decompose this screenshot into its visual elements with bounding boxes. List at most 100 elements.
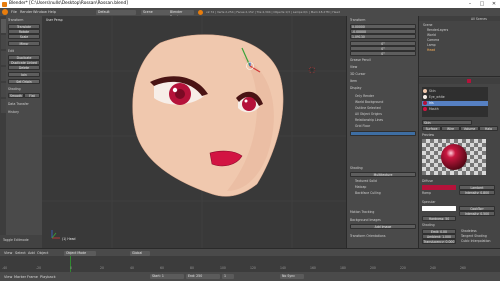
material-slot-skin[interactable]: Skin xyxy=(429,89,436,93)
diffuse-color-swatch[interactable] xyxy=(422,185,456,190)
n-section-transform[interactable]: Transform xyxy=(350,18,365,22)
shading-mode-select[interactable]: Multitexture xyxy=(350,172,416,177)
menu-help[interactable]: Help xyxy=(48,9,56,15)
minimize-icon[interactable]: – xyxy=(464,0,476,8)
tab-grease-pencil[interactable] xyxy=(0,99,6,113)
duplicate-linked-button[interactable]: Duplicate Linked xyxy=(8,60,40,65)
translucency-field[interactable]: Translucency: 0.000 xyxy=(422,239,456,244)
operator-label[interactable]: Toggle Editmode xyxy=(3,238,29,242)
set-origin-button[interactable]: Set Origin xyxy=(8,79,40,84)
mirror-button[interactable]: Mirror xyxy=(8,41,40,46)
n-section-grease-pencil[interactable]: Grease Pencil xyxy=(350,58,371,62)
n-section-item[interactable]: Item xyxy=(350,79,357,83)
layout-selector[interactable]: Default xyxy=(96,9,136,15)
location-x[interactable]: 0.00000 xyxy=(350,24,416,29)
timeline-menu-frame[interactable]: Frame xyxy=(27,274,38,280)
hardness-field[interactable]: Hardness: 50 xyxy=(422,216,456,221)
material-tab-icon[interactable] xyxy=(467,79,471,83)
rotation-x[interactable]: 0° xyxy=(350,41,416,46)
join-button[interactable]: Join xyxy=(8,72,40,77)
render-engine-selector[interactable]: Blender Render xyxy=(168,9,194,19)
section-transform-title[interactable]: Transform xyxy=(8,18,23,22)
check-only-render[interactable]: Only Render xyxy=(355,94,374,98)
end-frame-field[interactable]: End: 250 xyxy=(186,274,220,279)
emit-field[interactable]: Emit: 0.00 xyxy=(422,229,456,234)
rotation-z[interactable]: 0° xyxy=(350,51,416,56)
blender-logo-icon[interactable] xyxy=(2,9,8,15)
shadeless-check[interactable]: Shadeless xyxy=(461,229,477,233)
n-section-background-images[interactable]: Background Images xyxy=(350,218,381,222)
outliner-item-camera[interactable]: Camera xyxy=(427,38,439,42)
outliner-item-scene[interactable]: Scene xyxy=(423,23,432,27)
add-image-button[interactable]: Add Image xyxy=(350,224,416,229)
section-edit-title[interactable]: Edit xyxy=(8,49,14,53)
start-frame-field[interactable]: Start: 1 xyxy=(150,274,184,279)
tab-surface[interactable]: Surface xyxy=(422,126,441,131)
cubic-interpolation-check[interactable]: Cubic Interpolation xyxy=(461,239,490,243)
diffuse-intensity[interactable]: Intensity: 0.800 xyxy=(459,190,495,195)
translate-button[interactable]: Translate xyxy=(8,24,40,29)
tab-animation[interactable] xyxy=(0,67,6,81)
timeline[interactable]: -40 -20 0 20 40 60 80 100 120 140 160 18… xyxy=(0,256,500,272)
n-section-transform-orientations[interactable]: Transform Orientations xyxy=(350,234,385,238)
maximize-icon[interactable]: □ xyxy=(476,0,488,8)
tab-tools[interactable] xyxy=(0,19,6,33)
material-slot-mouth[interactable]: Mouth xyxy=(429,107,439,111)
diffuse-section-title[interactable]: Diffuse xyxy=(422,179,433,183)
menu-window[interactable]: Window xyxy=(33,9,47,15)
check-world-background[interactable]: World Background xyxy=(355,100,383,104)
toggle-quad-view[interactable] xyxy=(350,131,416,136)
n-section-3d-cursor[interactable]: 3D Cursor xyxy=(350,72,366,76)
section-history-title[interactable]: History xyxy=(8,110,19,114)
tab-create[interactable] xyxy=(0,35,6,49)
sync-mode-select[interactable]: No Sync xyxy=(280,274,304,279)
specular-intensity[interactable]: Intensity: 0.500 xyxy=(459,211,495,216)
3d-viewport[interactable]: User Persp (1) Head xyxy=(42,16,346,248)
specular-color-swatch[interactable] xyxy=(422,206,456,211)
transform-orientation-select[interactable]: Global xyxy=(130,250,150,256)
tab-halo[interactable]: Halo xyxy=(479,126,498,131)
n-section-motion-tracking[interactable]: Motion Tracking xyxy=(350,210,374,214)
duplicate-button[interactable]: Duplicate xyxy=(8,55,40,60)
3d-cursor-icon[interactable] xyxy=(308,66,316,74)
check-outline-selected[interactable]: Outline Selected xyxy=(355,106,381,110)
outliner-filter[interactable]: All Scenes xyxy=(471,17,487,21)
timeline-menu-marker[interactable]: Marker xyxy=(14,274,26,280)
check-relationship-lines[interactable]: Relationship Lines xyxy=(355,118,383,122)
ambient-field[interactable]: Ambient: 1.000 xyxy=(422,234,456,239)
check-textured-solid[interactable]: Textured Solid xyxy=(355,179,377,183)
tab-wire[interactable]: Wire xyxy=(441,126,460,131)
shading-section-title[interactable]: Shading xyxy=(422,223,435,227)
section-shading-title[interactable]: Shading xyxy=(8,87,21,91)
check-backface-culling[interactable]: Backface Culling xyxy=(355,191,381,195)
n-section-view[interactable]: View xyxy=(350,65,357,69)
specular-section-title[interactable]: Specular xyxy=(422,200,436,204)
n-section-display[interactable]: Display xyxy=(350,86,361,90)
diffuse-shader-select[interactable]: Lambert xyxy=(459,185,495,190)
scale-button[interactable]: Scale xyxy=(8,34,40,39)
n-section-shading[interactable]: Shading xyxy=(350,166,363,170)
location-y[interactable]: -0.00000 xyxy=(350,29,416,34)
location-z[interactable]: 1.09130 xyxy=(350,34,416,39)
check-matcap[interactable]: Matcap xyxy=(355,185,366,189)
rotate-button[interactable]: Rotate xyxy=(8,29,40,34)
specular-shader-select[interactable]: CookTorr xyxy=(459,206,495,211)
timeline-menu-playback[interactable]: Playback xyxy=(40,274,56,280)
outliner-item-renderlayers[interactable]: RenderLayers xyxy=(427,28,448,32)
timeline-menu-view[interactable]: View xyxy=(4,274,12,280)
delete-button[interactable]: Delete xyxy=(8,65,40,70)
material-name-field[interactable]: Skin xyxy=(422,120,472,125)
outliner-item-world[interactable]: World xyxy=(427,33,436,37)
outliner-item-lamp[interactable]: Lamp xyxy=(427,43,436,47)
section-data-transfer-title[interactable]: Data Transfer xyxy=(8,102,29,106)
menu-file[interactable]: File xyxy=(11,9,17,15)
outliner-item-head[interactable]: Head xyxy=(427,48,435,52)
rotation-y[interactable]: 0° xyxy=(350,46,416,51)
current-frame-field[interactable]: 1 xyxy=(222,274,234,279)
tab-volume[interactable]: Volume xyxy=(460,126,479,131)
close-icon[interactable]: ✕ xyxy=(488,0,500,8)
tab-physics[interactable] xyxy=(0,83,6,97)
preview-section-title[interactable]: Preview xyxy=(422,133,434,137)
menu-render[interactable]: Render xyxy=(20,9,32,15)
tangent-shading-check[interactable]: Tangent Shading xyxy=(461,234,487,238)
